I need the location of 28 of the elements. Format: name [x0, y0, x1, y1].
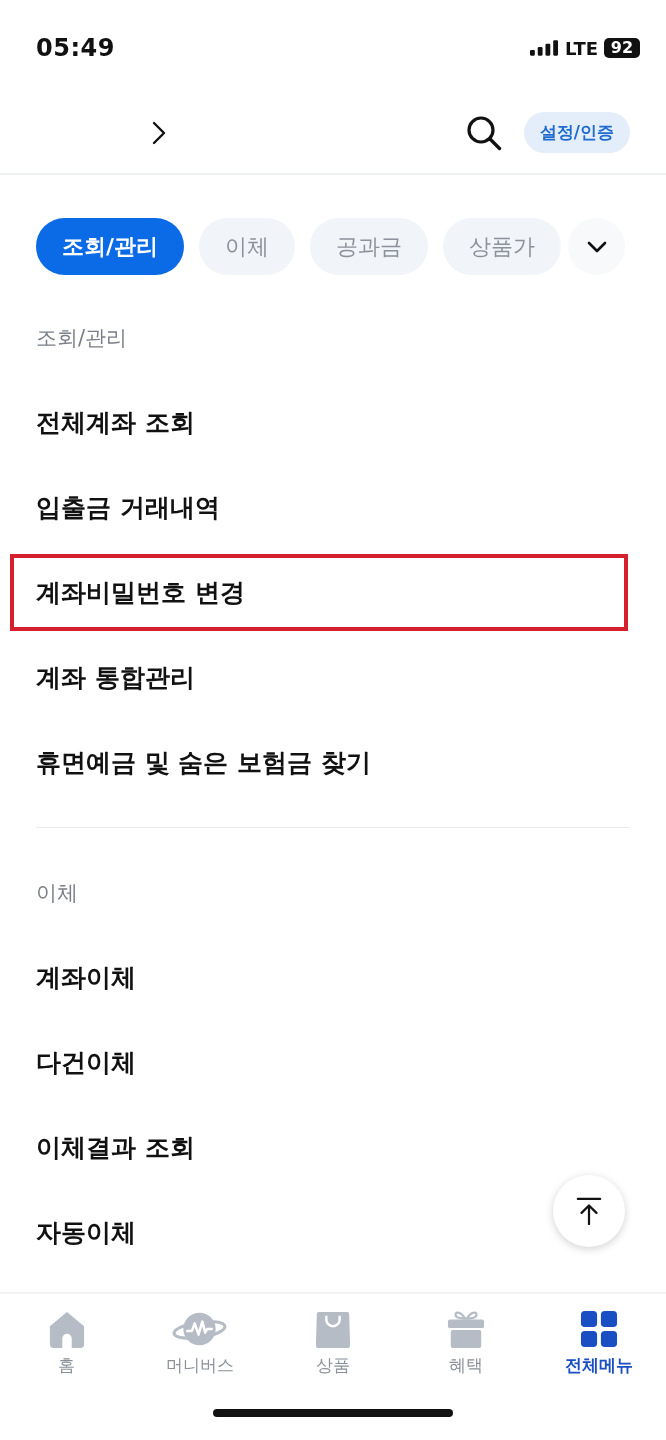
- planet-icon: [171, 1310, 229, 1348]
- home-icon: [47, 1310, 86, 1348]
- status-time: 05:49: [36, 34, 115, 62]
- menu-item[interactable]: 계좌비밀번호 변경: [10, 554, 628, 631]
- menu-item[interactable]: 전체계좌 조회: [10, 384, 628, 461]
- menu-item[interactable]: 자동이체: [10, 1194, 628, 1271]
- signal-icon: [529, 40, 559, 56]
- menu-item[interactable]: 다건이체: [10, 1024, 628, 1101]
- search-icon[interactable]: [465, 114, 502, 151]
- settings-auth-button[interactable]: 설정/인증: [523, 112, 630, 153]
- arrow-up-to-line-icon: [576, 1197, 602, 1225]
- menu-item[interactable]: 휴면예금 및 숨은 보험금 찾기: [10, 724, 628, 801]
- nav-tab[interactable]: 전체메뉴: [565, 1310, 634, 1377]
- menu-item[interactable]: 계좌이체: [10, 939, 628, 1016]
- chevron-down-icon: [586, 240, 607, 253]
- section-heading: 이체: [36, 879, 78, 907]
- network-type: LTE: [564, 37, 598, 59]
- battery-level: 92: [604, 38, 640, 58]
- menu-item[interactable]: 이체결과 조회: [10, 1109, 628, 1186]
- menu-item[interactable]: 계좌 통합관리: [10, 639, 628, 716]
- shopping-bag-icon: [314, 1310, 352, 1348]
- category-tab[interactable]: 조회/관리: [36, 218, 185, 275]
- gift-icon: [447, 1310, 486, 1348]
- scroll-to-top-button[interactable]: [553, 1175, 625, 1247]
- menu-item[interactable]: 입출금 거래내역: [10, 469, 628, 546]
- section-heading: 조회/관리: [36, 324, 128, 352]
- chevron-right-icon[interactable]: [152, 120, 166, 145]
- grid-menu-icon: [580, 1310, 619, 1348]
